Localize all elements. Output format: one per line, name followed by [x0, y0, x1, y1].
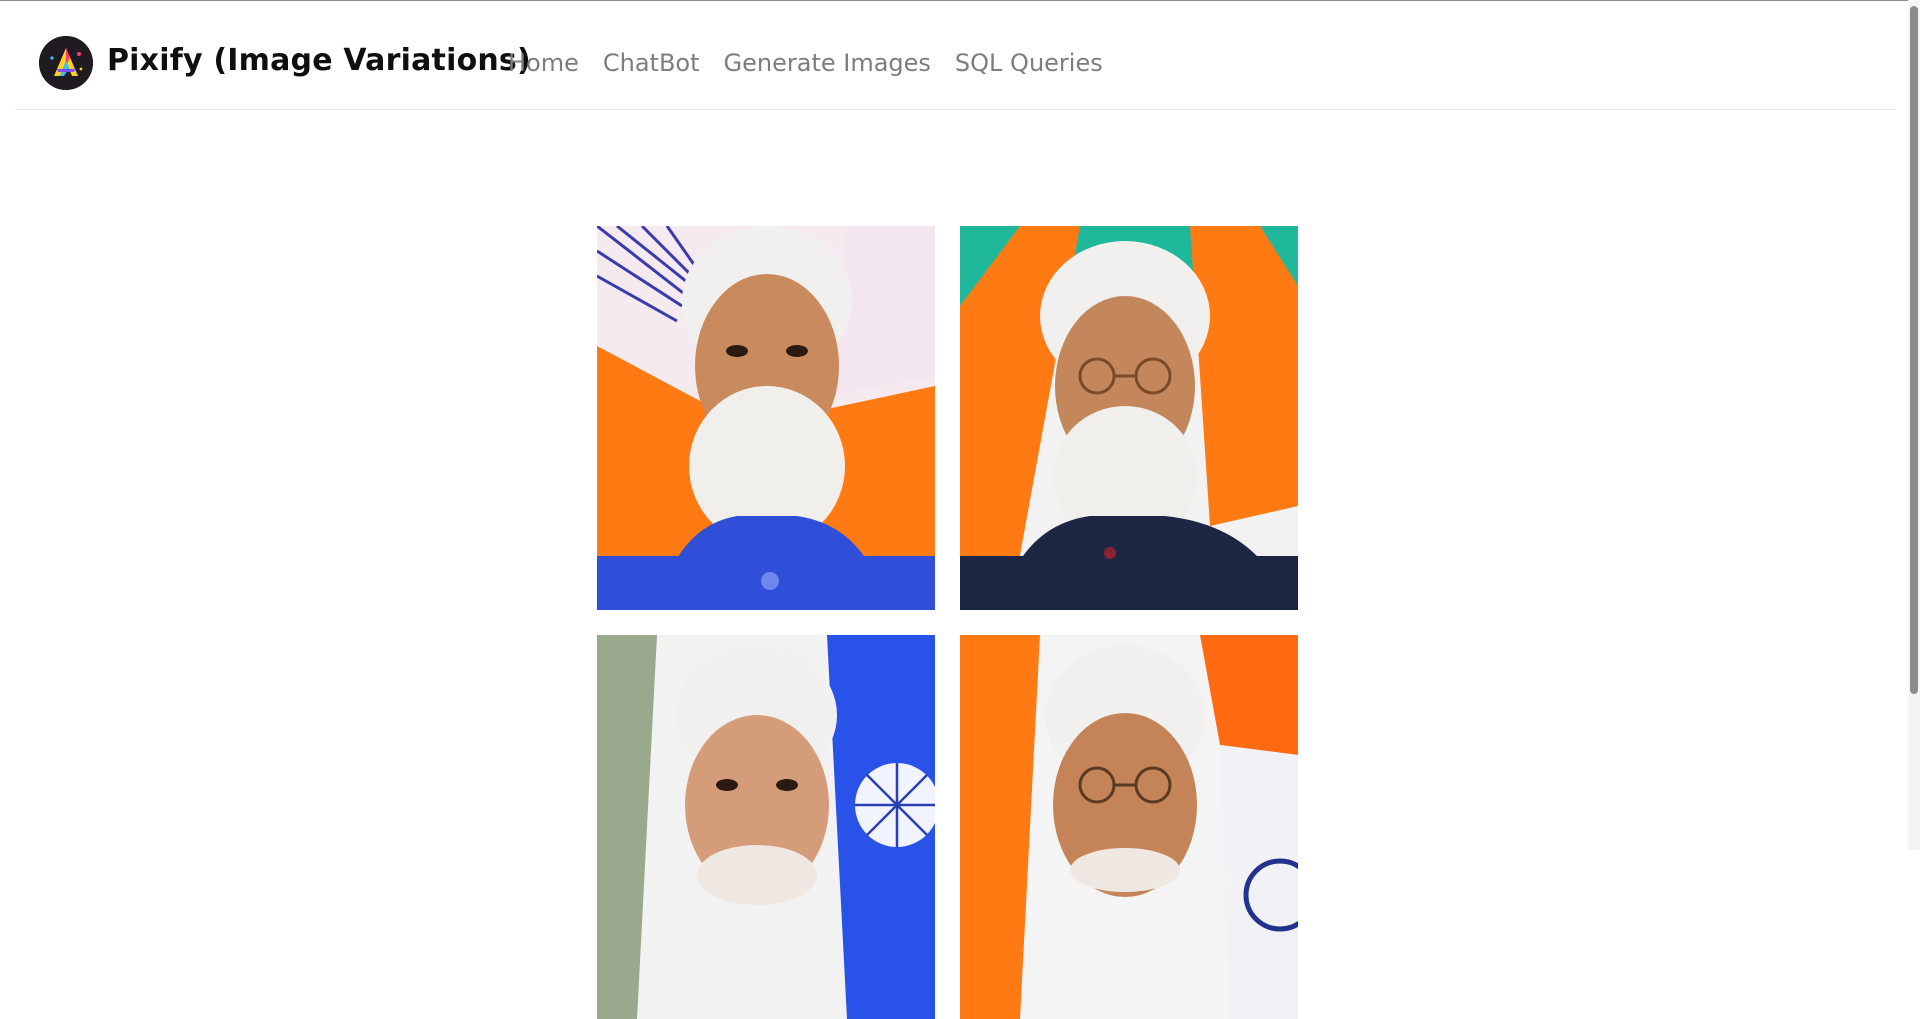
- nav-links: Home ChatBot Generate Images SQL Queries: [508, 49, 1127, 77]
- nav-link-generate-images[interactable]: Generate Images: [724, 49, 931, 77]
- nav-link-chatbot[interactable]: ChatBot: [603, 49, 700, 77]
- variation-image-3[interactable]: [597, 635, 935, 1019]
- nav-link-home[interactable]: Home: [508, 49, 579, 77]
- variation-image-2[interactable]: [960, 226, 1298, 610]
- variation-image-4[interactable]: [960, 635, 1298, 1019]
- brand-title[interactable]: Pixify (Image Variations): [107, 43, 531, 78]
- page-scrollbar[interactable]: [1908, 0, 1920, 850]
- navbar: Pixify (Image Variations) Home ChatBot G…: [15, 1, 1895, 110]
- variation-image-1[interactable]: [597, 226, 935, 610]
- nav-link-sql-queries[interactable]: SQL Queries: [955, 49, 1103, 77]
- pixify-logo-icon[interactable]: [39, 36, 93, 90]
- scrollbar-thumb[interactable]: [1910, 6, 1918, 694]
